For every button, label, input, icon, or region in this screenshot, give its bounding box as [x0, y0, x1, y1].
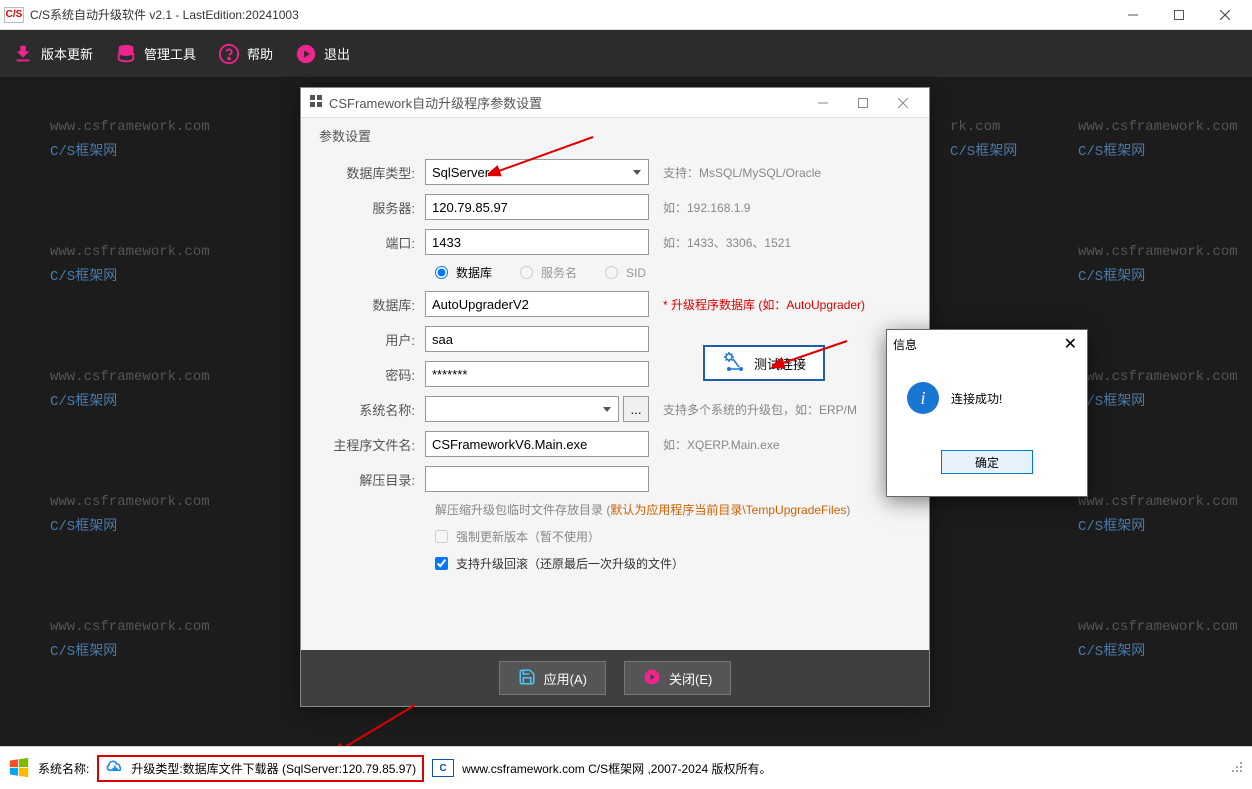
- user-input[interactable]: [425, 326, 649, 352]
- port-label: 端口:: [319, 233, 425, 252]
- dialog-maximize-button[interactable]: [843, 90, 883, 116]
- toolbar-label: 版本更新: [41, 44, 93, 63]
- db-type-label: 数据库类型:: [319, 163, 425, 182]
- dialog-title: CSFramework自动升级程序参数设置: [329, 93, 542, 112]
- dialog-footer: 应用(A) 关闭(E): [301, 650, 929, 706]
- dialog-icon: [309, 94, 323, 111]
- toolbar-label: 管理工具: [144, 44, 196, 63]
- database-input[interactable]: [425, 291, 649, 317]
- database-icon: [115, 43, 137, 65]
- main-toolbar: 版本更新 管理工具 帮助 退出: [0, 30, 1252, 77]
- support-rollback-checkbox[interactable]: 支持升级回滚（还原最后一次升级的文件）: [435, 555, 911, 572]
- main-exe-hint: 如：XQERP.Main.exe: [663, 436, 780, 453]
- msgbox-close-button[interactable]: ✕: [1060, 334, 1081, 354]
- tools-button[interactable]: 管理工具: [115, 43, 196, 65]
- section-heading: 参数设置: [319, 126, 911, 145]
- database-hint: * 升级程序数据库 (如：AutoUpgrader): [663, 296, 865, 313]
- status-system-label: 系统名称:: [38, 760, 89, 777]
- extract-note: 解压缩升级包临时文件存放目录 (默认为应用程序当前目录\TempUpgradeF…: [435, 501, 911, 518]
- csframework-icon: C: [432, 759, 454, 777]
- close-dialog-button[interactable]: 关闭(E): [624, 661, 731, 695]
- msgbox-title: 信息: [893, 336, 917, 353]
- settings-dialog: CSFramework自动升级程序参数设置 参数设置 数据库类型: SqlSer…: [300, 87, 930, 707]
- download-icon: [12, 43, 34, 65]
- window-titlebar: C/S C/S系统自动升级软件 v2.1 - LastEdition:20241…: [0, 0, 1252, 30]
- password-input[interactable]: [425, 361, 649, 387]
- help-icon: [218, 43, 240, 65]
- db-type-select[interactable]: SqlServer: [425, 159, 649, 185]
- window-title: C/S系统自动升级软件 v2.1 - LastEdition:20241003: [30, 6, 299, 23]
- server-hint: 如：192.168.1.9: [663, 199, 750, 216]
- port-input[interactable]: [425, 229, 649, 255]
- help-button[interactable]: 帮助: [218, 43, 273, 65]
- windows-icon: [8, 757, 30, 779]
- status-upgrade-box: 升级类型:数据库文件下载器 (SqlServer:120.79.85.97): [97, 755, 424, 782]
- main-exe-label: 主程序文件名:: [319, 435, 425, 454]
- close-button[interactable]: [1202, 1, 1248, 29]
- extract-dir-label: 解压目录:: [319, 470, 425, 489]
- main-exe-input[interactable]: [425, 431, 649, 457]
- statusbar: 系统名称: 升级类型:数据库文件下载器 (SqlServer:120.79.85…: [0, 746, 1252, 789]
- toolbar-label: 帮助: [247, 44, 273, 63]
- port-hint: 如：1433、3306、1521: [663, 234, 791, 251]
- close-icon: [643, 668, 661, 689]
- save-icon: [518, 668, 536, 689]
- maximize-button[interactable]: [1156, 1, 1202, 29]
- force-update-checkbox[interactable]: 强制更新版本（暂不使用）: [435, 528, 911, 545]
- exit-icon: [295, 43, 317, 65]
- server-label: 服务器:: [319, 198, 425, 217]
- toolbar-label: 退出: [324, 44, 350, 63]
- test-connection-button[interactable]: 测试连接: [703, 345, 825, 381]
- db-type-hint: 支持：MsSQL/MySQL/Oracle: [663, 164, 821, 181]
- gear-network-icon: [722, 350, 746, 377]
- dialog-minimize-button[interactable]: [803, 90, 843, 116]
- password-label: 密码:: [319, 365, 425, 384]
- extract-dir-input[interactable]: [425, 466, 649, 492]
- status-upgrade-text: 升级类型:数据库文件下载器 (SqlServer:120.79.85.97): [131, 760, 416, 777]
- user-label: 用户:: [319, 330, 425, 349]
- radio-database[interactable]: 数据库: [435, 264, 492, 281]
- apply-button[interactable]: 应用(A): [499, 661, 606, 695]
- minimize-button[interactable]: [1110, 1, 1156, 29]
- radio-servicename[interactable]: 服务名: [520, 264, 577, 281]
- msgbox-message: 连接成功!: [951, 390, 1002, 407]
- app-icon: C/S: [4, 7, 24, 23]
- radio-sid[interactable]: SID: [605, 266, 646, 280]
- exit-button[interactable]: 退出: [295, 43, 350, 65]
- dialog-titlebar[interactable]: CSFramework自动升级程序参数设置: [301, 88, 929, 118]
- system-name-browse-button[interactable]: ...: [623, 396, 649, 422]
- database-label: 数据库:: [319, 295, 425, 314]
- cloud-download-icon: [105, 759, 125, 778]
- system-name-label: 系统名称:: [319, 400, 425, 419]
- status-copyright: www.csframework.com C/S框架网 ,2007-2024 版权…: [462, 760, 771, 777]
- resize-grip[interactable]: [1230, 760, 1244, 777]
- info-icon: i: [907, 382, 939, 414]
- message-dialog: 信息 ✕ i 连接成功! 确定: [886, 329, 1088, 497]
- system-name-hint: 支持多个系统的升级包，如：ERP/M: [663, 401, 857, 418]
- server-input[interactable]: [425, 194, 649, 220]
- system-name-select[interactable]: [425, 396, 619, 422]
- version-update-button[interactable]: 版本更新: [12, 43, 93, 65]
- dialog-close-button[interactable]: [883, 90, 923, 116]
- msgbox-ok-button[interactable]: 确定: [941, 450, 1033, 474]
